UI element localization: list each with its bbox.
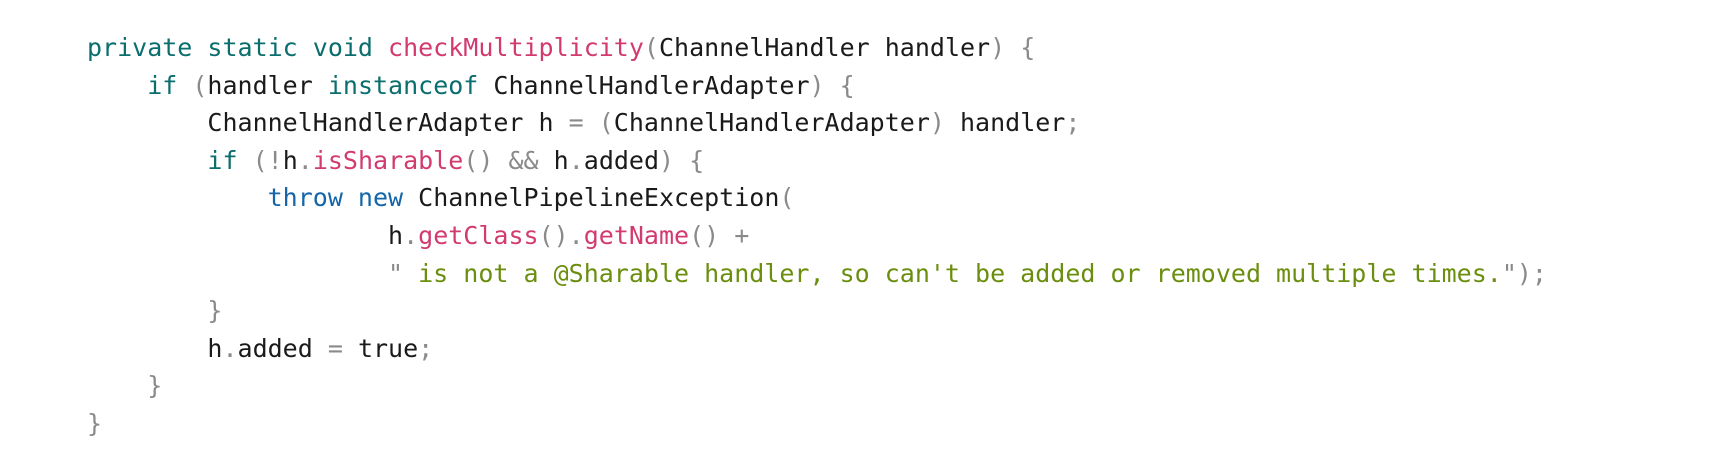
code-token-punct: = ( xyxy=(568,108,614,138)
code-line: h.getClass().getName() + xyxy=(87,217,1710,255)
code-token-func: getClass xyxy=(418,220,539,250)
code-token-ident: handler xyxy=(959,108,1066,138)
code-line: ChannelHandlerAdapter h = (ChannelHandle… xyxy=(87,104,1710,142)
code-token-ident: added xyxy=(583,145,660,175)
code-token-func: isSharable xyxy=(312,145,464,175)
code-token-punct: "); xyxy=(1501,258,1547,288)
code-token-punct: . xyxy=(403,220,419,250)
code-token-ident: h xyxy=(282,145,298,175)
code-token-ident: ChannelPipelineException xyxy=(418,183,780,213)
code-token-punct: (). xyxy=(538,220,584,250)
code-token-punct: . xyxy=(568,145,584,175)
code-token-punct: . xyxy=(297,145,313,175)
code-token-string: is not a @Sharable handler, so can't be … xyxy=(403,258,1502,288)
code-token-ident: ChannelHandlerAdapter xyxy=(613,108,930,138)
code-token-punct: () && xyxy=(463,145,554,175)
code-token-keyword: instanceof xyxy=(327,70,494,100)
code-token-punct: } xyxy=(87,408,103,438)
code-token-punct: ( xyxy=(779,183,795,213)
code-token-punct: . xyxy=(222,333,238,363)
code-token-func: checkMultiplicity xyxy=(388,33,644,62)
code-line: " is not a @Sharable handler, so can't b… xyxy=(87,255,1710,293)
code-token-keyword: if xyxy=(87,145,253,175)
code-token-punct: ) { xyxy=(990,33,1036,62)
code-token-punct: ; xyxy=(1065,108,1081,138)
code-token-kw-blue: throw new xyxy=(87,183,419,213)
code-token-punct: " xyxy=(87,258,404,288)
code-line: } xyxy=(87,292,1710,330)
code-token-punct: } xyxy=(87,296,223,326)
code-token-punct: ) xyxy=(929,108,960,138)
code-line: } xyxy=(87,405,1710,443)
code-token-punct: } xyxy=(87,371,163,401)
code-token-punct: () + xyxy=(689,220,750,250)
code-token-ident: added xyxy=(237,333,328,363)
code-token-ident: h xyxy=(87,333,223,363)
code-line: throw new ChannelPipelineException( xyxy=(87,179,1710,217)
code-token-punct: ( xyxy=(192,70,208,100)
code-token-punct: ) { xyxy=(659,145,705,175)
code-token-func: getName xyxy=(583,220,690,250)
code-line: h.added = true; xyxy=(87,330,1710,368)
code-token-ident: ChannelHandlerAdapter h xyxy=(87,108,569,138)
code-token-punct: ) { xyxy=(809,70,855,100)
code-token-ident: ChannelHandler handler xyxy=(658,33,991,62)
code-token-ident: true xyxy=(357,333,419,363)
code-token-ident: h xyxy=(87,220,404,250)
code-line: private static void checkMultiplicity(Ch… xyxy=(87,29,1710,67)
code-token-ident: h xyxy=(553,145,569,175)
code-token-punct: ; xyxy=(418,333,434,363)
code-token-ident: ChannelHandlerAdapter xyxy=(493,70,810,100)
code-line: if (handler instanceof ChannelHandlerAda… xyxy=(87,67,1710,105)
code-token-keyword: private static void xyxy=(87,33,389,62)
code-token-punct: ( xyxy=(643,33,659,62)
code-line: if (!h.isSharable() && h.added) { xyxy=(87,142,1710,180)
code-line: } xyxy=(87,367,1710,405)
code-token-keyword: if xyxy=(87,70,193,100)
code-token-ident: handler xyxy=(207,70,328,100)
code-token-punct: = xyxy=(327,333,358,363)
code-block: private static void checkMultiplicity(Ch… xyxy=(0,0,1710,466)
code-listing: private static void checkMultiplicity(Ch… xyxy=(87,29,1710,443)
code-token-punct: (! xyxy=(252,145,283,175)
